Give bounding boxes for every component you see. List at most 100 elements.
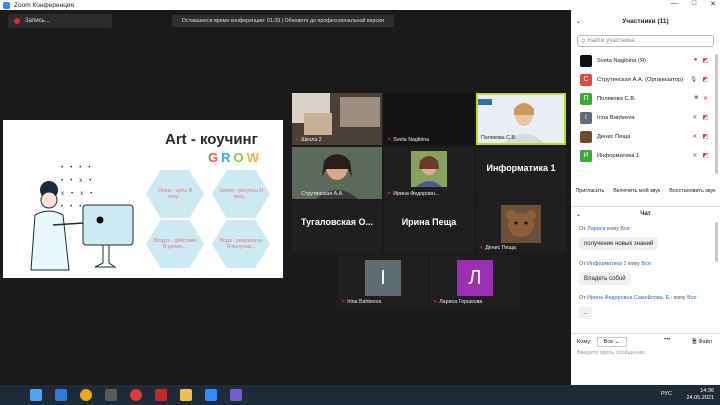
participants-header: ⌄ Участники (11) (571, 10, 720, 32)
avatar: П (580, 92, 592, 105)
time-remaining-banner[interactable]: Оставшееся время конференции: 01:39 | Об… (172, 15, 394, 27)
tile-name-text: Тугаловская О... (300, 217, 374, 227)
minimize-button[interactable]: — (671, 0, 678, 8)
participant-row[interactable]: I Irina Bahteeva ✕ ◩ (571, 108, 720, 127)
participants-scrollbar[interactable] (715, 54, 718, 174)
recipient-select[interactable]: Все ⌄ (596, 337, 627, 347)
mic-muted-icon: ✕ (295, 191, 300, 197)
restore-sound-button[interactable]: Восстановить звук (669, 188, 715, 194)
chrome-icon[interactable] (80, 389, 92, 401)
mic-off-icon: ✕ (702, 96, 708, 102)
participant-status: ✕ ◩ (692, 114, 708, 121)
video-tile-polyakova[interactable]: Полякова С.В. (476, 93, 566, 145)
participant-status: ✕ ◩ (692, 152, 708, 159)
chat-scrollbar[interactable] (715, 222, 718, 262)
unmute-me-button[interactable]: Включить мой звук (613, 188, 660, 194)
divider (571, 333, 720, 334)
grow-letter-w: W (246, 150, 262, 165)
hex-water: Вода - результаты Я получаю... (212, 220, 270, 268)
participant-row[interactable]: И Информатика 1 ✕ ◩ (571, 146, 720, 165)
participant-status: ■ ✕ (694, 95, 708, 102)
more-icon[interactable]: ••• (664, 337, 670, 343)
divider (571, 206, 720, 207)
zoom-icon[interactable] (205, 389, 217, 401)
invite-button[interactable]: Пригласить (575, 188, 604, 194)
grow-letter-g: G (208, 150, 222, 165)
zoom-app-icon (3, 1, 10, 9)
yandex-icon[interactable] (130, 389, 142, 401)
participant-list: Sveta Nagibina (Я) ● ◩ С Струтинская А.А.… (571, 51, 720, 165)
windows-taskbar: РУС 14:36 24.05.2021 (0, 385, 720, 405)
avatar: Л (457, 260, 493, 296)
video-tile-tugalovskaya[interactable]: Тугаловская О... (292, 201, 382, 253)
tile-label: ✕ Денис Пеща (479, 245, 516, 251)
mic-muted-icon: ✕ (433, 299, 438, 305)
clock[interactable]: 14:36 24.05.2021 (686, 388, 714, 402)
windows-icon[interactable] (30, 389, 42, 401)
chat-message-meta: комуОт Лариса кому Все: (579, 226, 632, 232)
language-indicator[interactable]: РУС (661, 391, 672, 397)
participant-row[interactable]: С Струтинская А.А. (Организатор) 🎙 ◩ (571, 70, 720, 89)
side-panel: ⌄ Участники (11) ⚲ Найти участника Sveta… (571, 10, 720, 385)
video-tile-sveta[interactable]: ✕ Sveta Nagibina (384, 93, 474, 145)
recording-indicator[interactable]: Запись... (8, 14, 112, 28)
chevron-down-icon[interactable]: ⌄ (576, 211, 581, 218)
participant-status: ● ◩ (694, 57, 708, 64)
slide-grow: GROW (208, 150, 262, 165)
participant-status: 🎙 ◩ (690, 76, 708, 83)
file-button[interactable]: 🗎 Файл (692, 337, 712, 347)
video-tile-school2[interactable]: ✕ Школа 2 (292, 93, 382, 145)
tile-label: ✕ Irina Bahteeva (341, 299, 382, 305)
video-tile-denis[interactable]: ✕ Денис Пеща (476, 201, 566, 253)
chat-recipient-row: Кому: Все ⌄ (577, 337, 627, 347)
window-titlebar: Zoom Конференция — □ ✕ (0, 0, 720, 10)
video-tile-irina-pescha[interactable]: Ирина Пеща (384, 201, 474, 253)
chat-message: Владеть собой (579, 272, 631, 285)
video-tile-irina-f[interactable]: ✕ Ирина Федоровн... (384, 147, 474, 199)
mic-muted-icon: ✕ (387, 137, 392, 143)
mic-off-icon: ✕ (692, 115, 698, 121)
video-tile-larisa[interactable]: Л ✕ Лариса Горшкова (430, 255, 520, 307)
avatar: И (580, 149, 592, 162)
participant-search-input[interactable]: ⚲ Найти участника (577, 35, 714, 47)
participant-status: ✕ ◩ (692, 133, 708, 140)
mic-muted-icon: ✕ (479, 245, 484, 251)
tile-label: ✕ Школа 2 (295, 137, 322, 143)
pdf-icon[interactable] (155, 389, 167, 401)
tile-label: ✕ Sveta Nagibina (387, 137, 430, 143)
mic-off-icon: ✕ (692, 134, 698, 140)
hex-earth: Земля - ресурсы Я могу... (212, 170, 270, 218)
edge-icon[interactable] (55, 389, 67, 401)
chat-message-meta: От Информатика 1 кому Все: (579, 261, 653, 267)
tile-label: ✕ Лариса Горшкова (433, 299, 483, 305)
speaking-icon: ■ (694, 95, 698, 101)
avatar: С (580, 73, 592, 86)
app-icon[interactable] (230, 389, 242, 401)
maximize-button[interactable]: □ (692, 0, 696, 8)
video-tile-strutinskaya[interactable]: ✕ Струтинская А.А. (292, 147, 382, 199)
close-button[interactable]: ✕ (710, 0, 716, 8)
mic-muted-icon: ✕ (295, 137, 300, 143)
participant-row[interactable]: Sveta Nagibina (Я) ● ◩ (571, 51, 720, 70)
chevron-down-icon[interactable]: ⌄ (576, 18, 581, 25)
video-tile-irina-b[interactable]: I ✕ Irina Bahteeva (338, 255, 428, 307)
video-off-icon: ◩ (702, 77, 708, 83)
chat-message-input[interactable]: Введите здесь сообщение... (577, 350, 649, 356)
files-icon[interactable] (105, 389, 117, 401)
video-off-icon: ◩ (702, 58, 708, 64)
profile-photo-icon (411, 151, 447, 187)
hex-air: Воздух - действие Я делаю... (146, 220, 204, 268)
participant-actions: Пригласить Включить мой звук Восстановит… (571, 188, 720, 194)
profile-photo-icon (501, 205, 541, 243)
mic-icon: 🎙 (689, 77, 698, 83)
folder-icon[interactable] (180, 389, 192, 401)
tile-name-text: Ирина Пеща (401, 217, 457, 227)
mic-off-icon: ✕ (692, 153, 698, 159)
video-off-icon: ◩ (702, 134, 708, 140)
participant-row[interactable]: П Полякова С.В. ■ ✕ (571, 89, 720, 108)
grow-letter-r: R (221, 150, 234, 165)
participant-row[interactable]: Денис Пеща ✕ ◩ (571, 127, 720, 146)
video-tile-informatika[interactable]: Информатика 1 (476, 147, 566, 199)
to-label: Кому: (577, 339, 592, 345)
tile-name-text: Информатика 1 (486, 163, 556, 173)
